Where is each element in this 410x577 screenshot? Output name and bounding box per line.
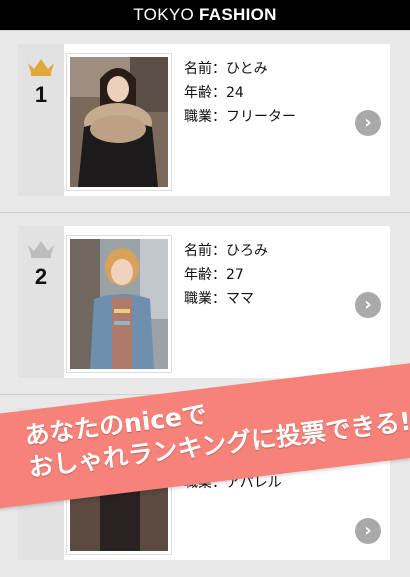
name-label: 名前： (184, 61, 226, 77)
crown-gold-icon (28, 59, 54, 76)
profile-photo[interactable] (66, 235, 172, 373)
name-value: ひろみ (226, 243, 268, 259)
crown-silver-icon (28, 241, 54, 258)
ranking-row[interactable]: 1 名前：ひとみ 年齢：24 職業：フリーター › (0, 30, 410, 213)
profile-info: 名前：ひろみ 年齢：27 職業：ママ (184, 239, 268, 311)
rank-number: 1 (34, 82, 48, 107)
rank-column: 1 (18, 44, 64, 196)
name-label: 名前： (184, 243, 226, 259)
job-value: フリーター (226, 109, 296, 125)
rank-number: 2 (34, 264, 48, 289)
job-label: 職業： (184, 109, 226, 125)
app-header: TOKYO FASHION (0, 0, 410, 30)
ranking-card[interactable]: 2 名前：ひろみ 年齢：27 職業：ママ › (18, 226, 390, 378)
profile-info: 名前：ひとみ 年齢：24 職業：フリーター (184, 57, 296, 129)
rank-column: 2 (18, 226, 64, 378)
profile-photo[interactable] (66, 53, 172, 191)
chevron-right-icon[interactable]: › (355, 518, 381, 544)
ranking-card[interactable]: 1 名前：ひとみ 年齢：24 職業：フリーター › (18, 44, 390, 196)
age-value: 24 (226, 85, 244, 101)
chevron-right-icon[interactable]: › (355, 292, 381, 318)
job-value: ママ (226, 291, 254, 307)
age-value: 27 (226, 267, 244, 283)
age-label: 年齢： (184, 267, 226, 283)
header-title-fashion: FASHION (199, 5, 277, 24)
header-title-tokyo: TOKYO (133, 5, 194, 24)
age-label: 年齢： (184, 85, 226, 101)
chevron-right-icon[interactable]: › (355, 110, 381, 136)
job-label: 職業： (184, 291, 226, 307)
name-value: ひとみ (226, 61, 268, 77)
ranking-row[interactable]: 2 名前：ひろみ 年齢：27 職業：ママ › (0, 212, 410, 395)
